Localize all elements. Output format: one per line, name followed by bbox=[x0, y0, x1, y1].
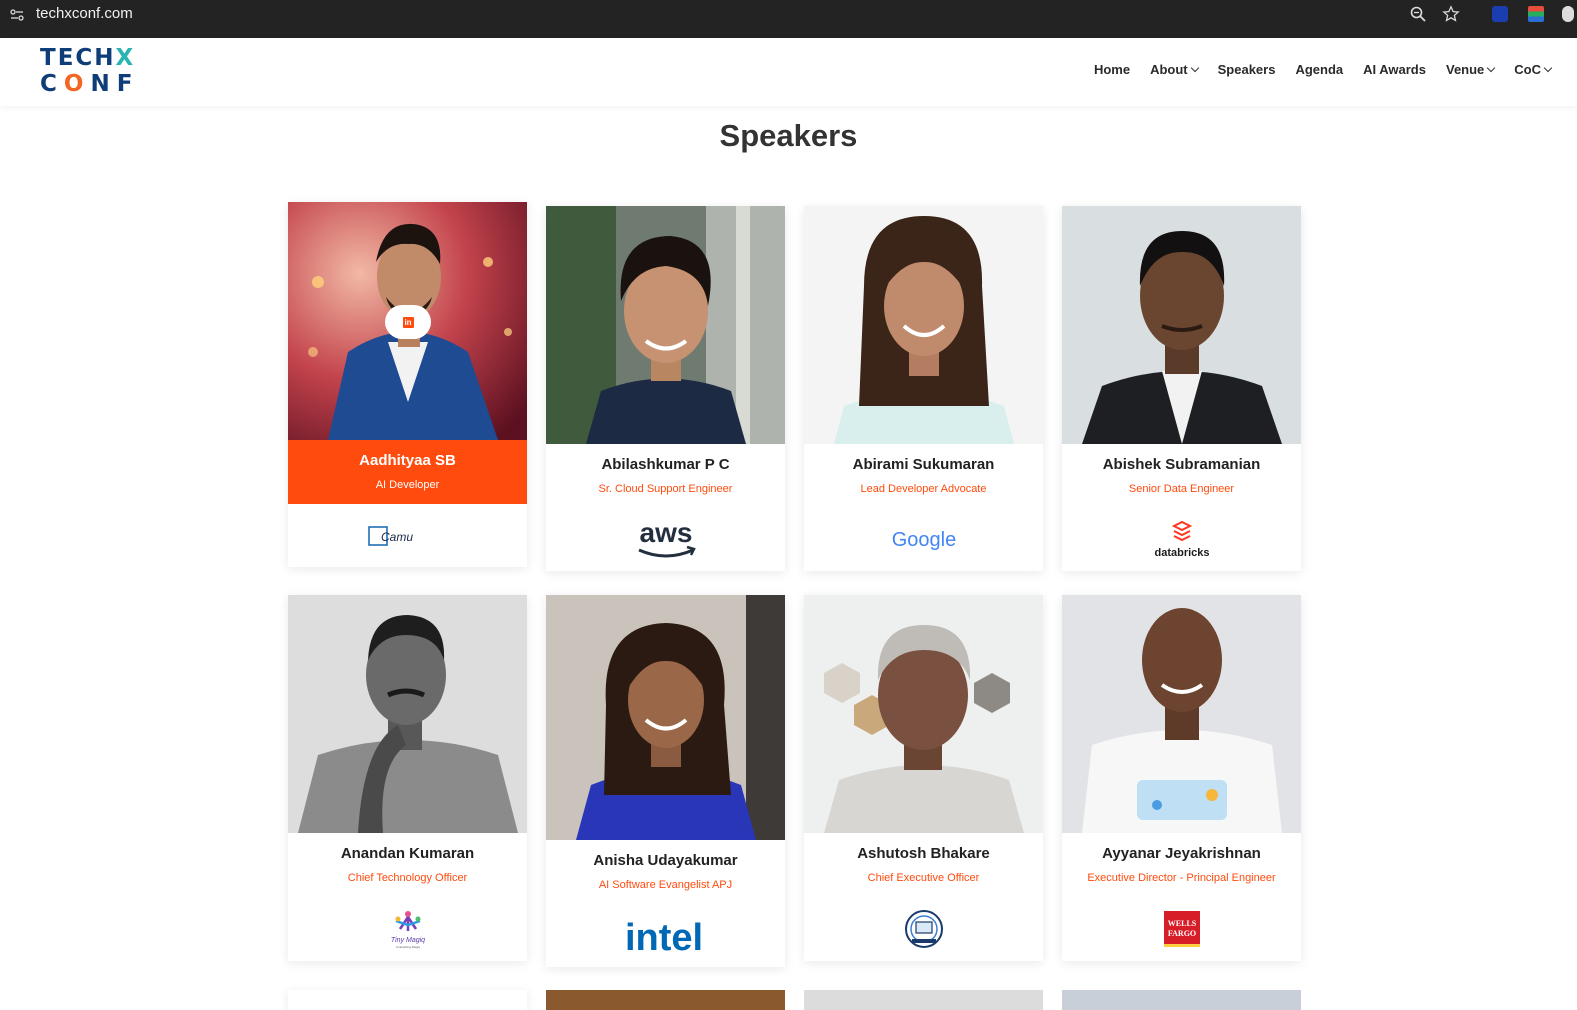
logo-text-tech: TECH bbox=[40, 45, 116, 71]
speaker-info: Aadhityaa SB AI Developer bbox=[288, 440, 527, 504]
company-logo: Camu bbox=[288, 504, 527, 567]
site-info-icon[interactable] bbox=[10, 8, 24, 22]
company-logo-text: databricks bbox=[1154, 547, 1209, 559]
nav-about-label: About bbox=[1150, 62, 1188, 77]
company-logo: Google bbox=[804, 508, 1043, 571]
chevron-down-icon bbox=[1543, 63, 1553, 73]
speaker-info: Anisha Udayakumar AI Software Evangelist… bbox=[546, 840, 785, 904]
speaker-info: Anandan Kumaran Chief Technology Officer bbox=[288, 833, 527, 897]
speaker-photo bbox=[1062, 206, 1301, 444]
main-nav: Home About Speakers Agenda AI Awards Ven… bbox=[1074, 62, 1553, 77]
nav-agenda[interactable]: Agenda bbox=[1295, 62, 1343, 77]
speaker-photo bbox=[288, 595, 527, 833]
speaker-role: Senior Data Engineer bbox=[1128, 483, 1235, 495]
speaker-card[interactable]: Anandan Kumaran Chief Technology Officer… bbox=[288, 595, 527, 961]
chevron-down-icon bbox=[1190, 63, 1199, 73]
speaker-name: Ayyanar Jeyakrishnan bbox=[1102, 845, 1261, 862]
company-logo-text: Tiny Magiq bbox=[390, 937, 424, 944]
speaker-photo bbox=[804, 595, 1043, 833]
linkedin-icon: in bbox=[402, 316, 414, 328]
company-logo: intel bbox=[546, 904, 785, 967]
page-title: Speakers bbox=[719, 118, 858, 153]
company-logo-text: intel bbox=[624, 917, 702, 958]
company-logo-text: aws bbox=[639, 518, 692, 548]
speaker-card[interactable]: Anisha Udayakumar AI Software Evangelist… bbox=[546, 595, 785, 967]
speaker-card[interactable]: Abirami Sukumaran Lead Developer Advocat… bbox=[804, 206, 1043, 571]
company-logo: databricks bbox=[1062, 508, 1301, 571]
speaker-name: Abirami Sukumaran bbox=[852, 456, 995, 473]
nav-home[interactable]: Home bbox=[1094, 62, 1130, 77]
company-logo-text-line2: FARGO bbox=[1167, 929, 1195, 938]
company-logo-text-line1: WELLS bbox=[1167, 919, 1196, 928]
company-logo: WELLS FARGO bbox=[1062, 897, 1301, 961]
speaker-info: Abilashkumar P C Sr. Cloud Support Engin… bbox=[546, 444, 785, 508]
speaker-card-partial[interactable] bbox=[546, 990, 785, 1010]
speaker-info: Ashutosh Bhakare Chief Executive Officer bbox=[804, 833, 1043, 897]
speaker-photo bbox=[804, 206, 1043, 444]
speaker-name: Aadhityaa SB bbox=[359, 452, 456, 469]
speaker-photo bbox=[546, 595, 785, 840]
site-header: TECHX CONF Home About Speakers Agenda AI… bbox=[0, 38, 1577, 106]
browser-toolbar: techxconf.com bbox=[0, 0, 1577, 38]
nav-speakers[interactable]: Speakers bbox=[1218, 62, 1276, 77]
speaker-photo bbox=[546, 206, 785, 444]
company-logo-text: Camu bbox=[381, 530, 413, 544]
company-logo: Tiny Magiq Unleashing Magiq bbox=[288, 897, 527, 961]
logo-text-c: C bbox=[40, 71, 64, 97]
nav-venue-label: Venue bbox=[1445, 62, 1485, 77]
speaker-role: Executive Director - Principal Engineer bbox=[1087, 872, 1276, 884]
speaker-photo: in bbox=[288, 202, 527, 440]
logo-text-nf: NF bbox=[90, 71, 140, 97]
speaker-name: Anandan Kumaran bbox=[340, 845, 475, 862]
extension-icon[interactable] bbox=[1492, 6, 1508, 22]
speaker-card[interactable]: Abishek Subramanian Senior Data Engineer… bbox=[1062, 206, 1301, 571]
speaker-card[interactable]: Ashutosh Bhakare Chief Executive Officer bbox=[804, 595, 1043, 961]
extension-flag-icon[interactable] bbox=[1528, 6, 1544, 22]
speaker-role: Lead Developer Advocate bbox=[860, 483, 987, 495]
nav-coc[interactable]: CoC bbox=[1514, 62, 1553, 77]
nav-venue[interactable]: Venue bbox=[1445, 62, 1496, 77]
speaker-card[interactable]: Abilashkumar P C Sr. Cloud Support Engin… bbox=[546, 206, 785, 571]
logo-text-x: X bbox=[115, 45, 136, 71]
company-logo bbox=[804, 897, 1043, 961]
zoom-icon[interactable] bbox=[1410, 6, 1426, 22]
address-bar[interactable]: techxconf.com bbox=[36, 5, 133, 22]
bookmark-star-icon[interactable] bbox=[1442, 5, 1460, 23]
nav-about[interactable]: About bbox=[1150, 62, 1199, 77]
nav-ai-awards[interactable]: AI Awards bbox=[1363, 62, 1426, 77]
speaker-card-partial[interactable] bbox=[804, 990, 1043, 1010]
speaker-role: Chief Executive Officer bbox=[867, 872, 980, 884]
speaker-info: Abirami Sukumaran Lead Developer Advocat… bbox=[804, 444, 1043, 508]
speaker-name: Anisha Udayakumar bbox=[593, 852, 738, 869]
speaker-role: Sr. Cloud Support Engineer bbox=[598, 483, 733, 495]
speaker-role: AI Developer bbox=[375, 479, 440, 491]
company-logo: aws bbox=[546, 508, 785, 571]
speaker-info: Ayyanar Jeyakrishnan Executive Director … bbox=[1062, 833, 1301, 897]
speaker-photo bbox=[1062, 595, 1301, 833]
profile-icon[interactable] bbox=[1562, 6, 1574, 22]
speaker-name: Abishek Subramanian bbox=[1102, 456, 1261, 473]
speaker-info: Abishek Subramanian Senior Data Engineer bbox=[1062, 444, 1301, 508]
techxconf-logo[interactable]: TECHX CONF bbox=[40, 45, 160, 97]
speaker-card[interactable]: Ayyanar Jeyakrishnan Executive Director … bbox=[1062, 595, 1301, 961]
logo-text-o: O bbox=[63, 71, 91, 97]
nav-coc-label: CoC bbox=[1514, 62, 1541, 77]
chevron-down-icon bbox=[1487, 63, 1496, 73]
linkedin-button[interactable]: in bbox=[385, 305, 431, 339]
speaker-role: Chief Technology Officer bbox=[347, 872, 468, 884]
speaker-card-partial[interactable] bbox=[1062, 990, 1301, 1010]
speaker-card-partial[interactable] bbox=[288, 990, 527, 1010]
company-logo-text: Google bbox=[891, 529, 956, 551]
speaker-name: Abilashkumar P C bbox=[601, 456, 730, 473]
company-logo-subtext: Unleashing Magiq bbox=[395, 945, 419, 949]
speaker-name: Ashutosh Bhakare bbox=[857, 845, 990, 862]
speaker-role: AI Software Evangelist APJ bbox=[598, 879, 733, 891]
company-badge-logo bbox=[904, 910, 943, 948]
speaker-card[interactable]: in Aadhityaa SB AI Developer Camu bbox=[288, 202, 527, 567]
